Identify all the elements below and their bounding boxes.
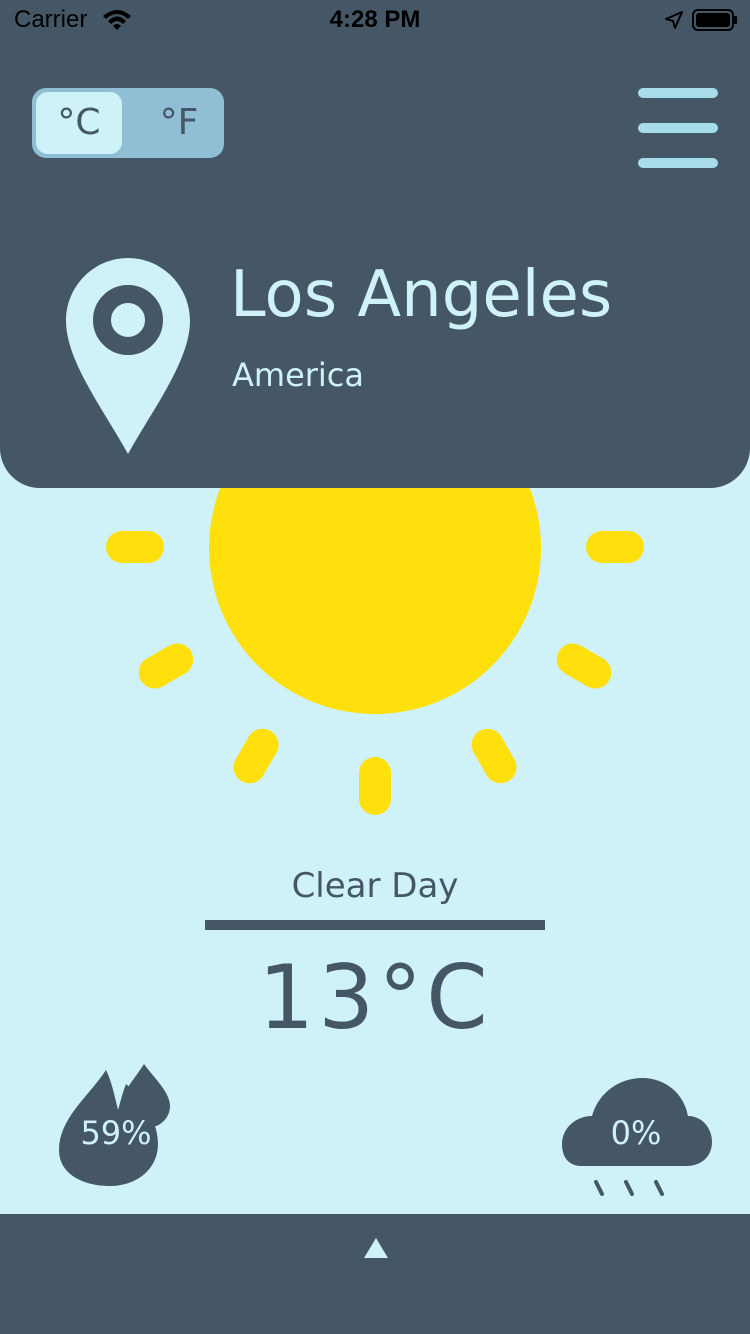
bottom-bar xyxy=(0,1214,750,1334)
expand-up-icon[interactable] xyxy=(358,1234,394,1262)
menu-icon-bar-bottom xyxy=(638,158,718,168)
precipitation-widget: 0% xyxy=(560,1074,716,1200)
battery-icon xyxy=(692,9,737,31)
fahrenheit-option[interactable]: °F xyxy=(136,92,222,154)
menu-button[interactable] xyxy=(638,88,718,168)
celsius-option[interactable]: °C xyxy=(36,92,122,154)
temperature-value: 13°C xyxy=(258,946,492,1049)
location-header: °C °F Los Angeles America xyxy=(0,0,750,488)
location-arrow-icon xyxy=(665,11,683,29)
status-bar: Carrier 4:28 PM xyxy=(0,0,750,40)
location-pin-icon xyxy=(66,258,190,454)
humidity-widget: 59% xyxy=(54,1060,178,1190)
humidity-value: 59% xyxy=(80,1114,152,1152)
city-name: Los Angeles xyxy=(230,258,613,332)
country-name: America xyxy=(232,356,364,394)
menu-icon-bar-middle xyxy=(638,123,718,133)
precipitation-value: 0% xyxy=(610,1114,662,1152)
status-time: 4:28 PM xyxy=(329,6,421,33)
condition-divider xyxy=(205,920,545,930)
temperature-unit-toggle[interactable]: °C °F xyxy=(32,88,224,158)
weather-condition: Clear Day xyxy=(291,866,459,906)
menu-icon-bar-top xyxy=(638,88,718,98)
